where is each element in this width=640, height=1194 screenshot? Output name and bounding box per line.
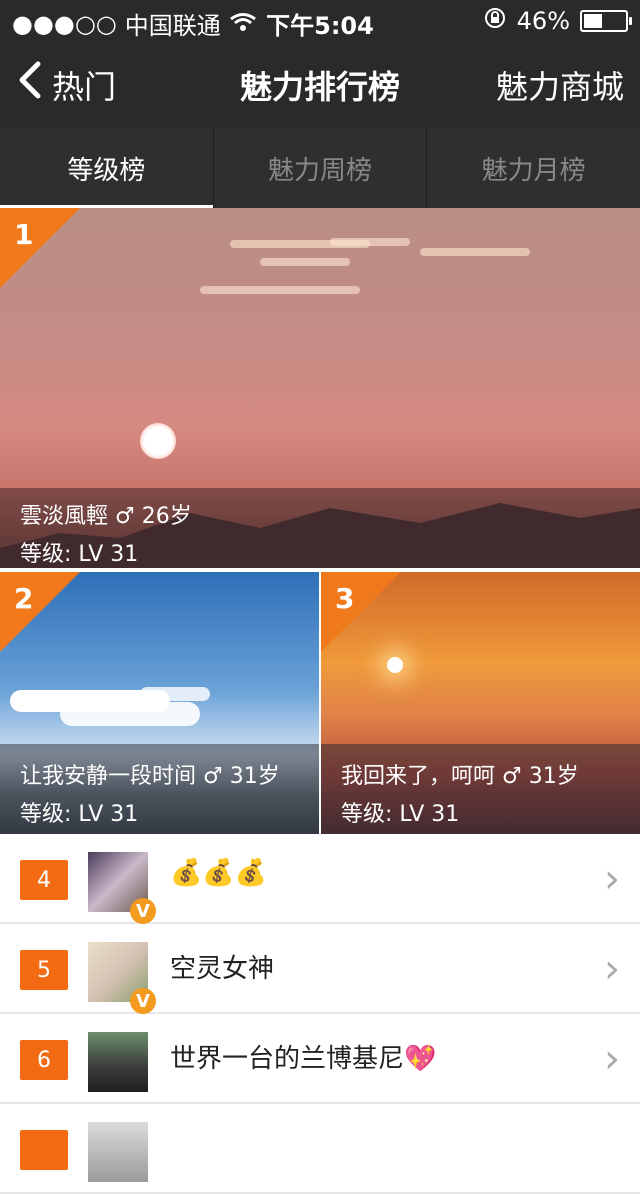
rank-badge: 6 (20, 1040, 68, 1080)
list-item[interactable] (0, 1104, 640, 1194)
rank-corner-badge (0, 572, 80, 652)
top-rank-2-card[interactable]: 2 让我安静一段时间 ♂ 31岁 等级: LV 31 (0, 572, 319, 834)
rank-number: 1 (14, 218, 34, 251)
sun-image (387, 657, 403, 673)
user-caption: 雲淡風輕 ♂ 26岁 等级: LV 31 (0, 488, 640, 568)
tab-monthly-charm[interactable]: 魅力月榜 (426, 128, 640, 208)
avatar (88, 1122, 148, 1182)
user-name-gender-age: 我回来了，呵呵 ♂ 31岁 (341, 764, 579, 789)
user-level: 等级: LV 31 (20, 802, 139, 827)
chevron-right-icon: › (604, 856, 620, 902)
status-bar: ●●●○○ 中国联通 下午5:04 46% (0, 0, 640, 40)
list-item[interactable]: 5 V 空灵女神 › (0, 924, 640, 1014)
sun-image (140, 423, 176, 459)
rank-corner-badge (0, 208, 80, 288)
status-right: 46% (483, 6, 632, 36)
rotation-lock-icon (483, 6, 507, 36)
chevron-right-icon: › (604, 946, 620, 992)
verified-icon: V (130, 988, 156, 1014)
top-rank-3-card[interactable]: 3 我回来了，呵呵 ♂ 31岁 等级: LV 31 (321, 572, 640, 834)
rank-list: 4 V 💰💰💰 › 5 V 空灵女神 › 6 世界一台的兰博基尼💖 › (0, 834, 640, 1194)
battery-percent: 46% (516, 7, 570, 35)
tab-bar: 等级榜 魅力周榜 魅力月榜 (0, 128, 640, 208)
user-level: 等级: LV 31 (341, 802, 460, 827)
user-name: 💰💰💰 (170, 858, 268, 888)
rank-corner-badge (321, 572, 401, 652)
top-rank-1-card[interactable]: 1 雲淡風輕 ♂ 26岁 等级: LV 31 (0, 208, 640, 568)
list-item[interactable]: 4 V 💰💰💰 › (0, 834, 640, 924)
rank-badge: 5 (20, 950, 68, 990)
nav-bar: 热门 魅力排行榜 魅力商城 (0, 40, 640, 128)
user-caption: 我回来了，呵呵 ♂ 31岁 等级: LV 31 (321, 744, 640, 834)
charm-shop-button[interactable]: 魅力商城 (496, 62, 624, 108)
rank-badge: 4 (20, 860, 68, 900)
tab-weekly-charm[interactable]: 魅力周榜 (212, 128, 427, 208)
rank-number: 3 (335, 582, 355, 615)
rank-badge (20, 1130, 68, 1170)
user-level: 等级: LV 31 (20, 542, 139, 567)
chevron-right-icon: › (604, 1036, 620, 1082)
tab-level[interactable]: 等级榜 (0, 128, 213, 208)
user-caption: 让我安静一段时间 ♂ 31岁 等级: LV 31 (0, 744, 319, 834)
battery-icon (580, 10, 632, 32)
user-name-gender-age: 雲淡風輕 ♂ 26岁 (20, 504, 192, 529)
user-name: 世界一台的兰博基尼💖 (170, 1044, 437, 1074)
avatar (88, 1032, 148, 1092)
rank-number: 2 (14, 582, 34, 615)
list-item[interactable]: 6 世界一台的兰博基尼💖 › (0, 1014, 640, 1104)
user-name: 空灵女神 (170, 954, 275, 984)
verified-icon: V (130, 898, 156, 924)
user-name-gender-age: 让我安静一段时间 ♂ 31岁 (20, 764, 280, 789)
